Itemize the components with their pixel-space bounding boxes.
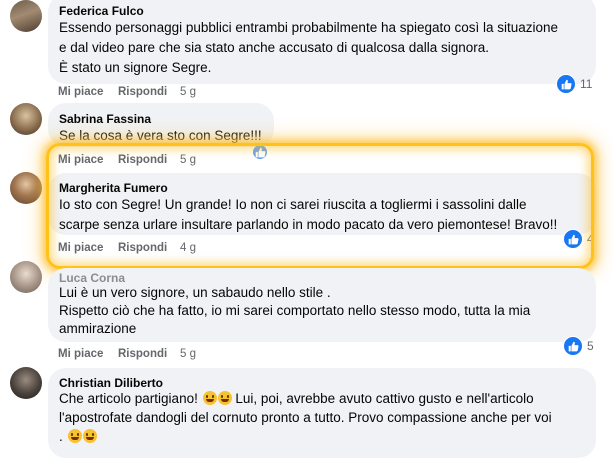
comment-text-line: l'apostrofate dandogli del cornuto pront…	[59, 410, 552, 425]
avatar[interactable]	[10, 261, 42, 293]
reaction-summary[interactable]: 5	[563, 336, 594, 356]
reaction-summary[interactable]	[252, 142, 268, 162]
reaction-count: 4	[587, 232, 594, 246]
avatar[interactable]	[10, 103, 42, 135]
reply-link[interactable]: Rispondi	[118, 154, 167, 166]
grinning-emoji-icon	[217, 391, 232, 405]
comment-text-line: Io sto con Segre! Un grande! Io non ci s…	[59, 197, 527, 212]
like-reaction-icon	[563, 229, 583, 249]
reaction-summary[interactable]: 4	[563, 229, 594, 249]
comment-text-line: Lui è un vero signore, un sabaudo nello …	[59, 285, 331, 300]
comment-author[interactable]: Margherita Fumero	[59, 181, 168, 195]
comment-text-line: È stato un signore Segre.	[59, 60, 212, 75]
grinning-emoji-icon	[202, 391, 217, 405]
comment-text-line: Che articolo partigiano! Lui, poi, avreb…	[59, 389, 534, 409]
like-reaction-icon	[563, 336, 583, 356]
comment-text-line: Essendo personaggi pubblici entrambi pro…	[59, 20, 559, 35]
timestamp[interactable]: 4 g	[180, 242, 196, 254]
avatar[interactable]	[10, 172, 42, 204]
avatar[interactable]	[10, 367, 42, 399]
timestamp[interactable]: 5 g	[180, 154, 196, 166]
like-reaction-icon	[556, 74, 576, 94]
comment-text-segment: .	[59, 429, 63, 444]
comment-text-segment: Che articolo partigiano!	[59, 391, 198, 406]
comment-text-line: ammirazione	[59, 321, 137, 336]
comment-text-line: e dal video pare che sia stato anche acc…	[59, 40, 490, 55]
like-reaction-icon	[252, 144, 268, 160]
reply-link[interactable]: Rispondi	[118, 242, 167, 254]
comment-text-line: scarpe senza urlare insultare parlando i…	[59, 217, 558, 232]
like-link[interactable]: Mi piace	[58, 154, 103, 166]
reaction-summary[interactable]: 11	[556, 74, 592, 94]
comment-author[interactable]: Federica Fulco	[59, 4, 144, 18]
comment-text-segment: Lui, poi, avrebbe avuto cattivo gusto e …	[235, 391, 534, 406]
reaction-count: 11	[580, 77, 593, 91]
comment-author[interactable]: Sabrina Fassina	[59, 112, 151, 126]
like-link[interactable]: Mi piace	[58, 348, 103, 360]
comment-text-line: Se la cosa è vera sto con Segre!!!	[59, 128, 262, 143]
reaction-count: 5	[587, 339, 594, 353]
comment-author[interactable]: Christian Diliberto	[59, 376, 163, 390]
grinning-emoji-icon	[82, 429, 97, 443]
timestamp[interactable]: 5 g	[180, 348, 196, 360]
like-link[interactable]: Mi piace	[58, 242, 103, 254]
like-link[interactable]: Mi piace	[58, 86, 103, 98]
reply-link[interactable]: Rispondi	[118, 348, 167, 360]
grinning-emoji-icon	[67, 429, 82, 443]
avatar[interactable]	[10, 0, 42, 32]
timestamp[interactable]: 5 g	[180, 86, 196, 98]
reply-link[interactable]: Rispondi	[118, 86, 167, 98]
comment-text-line: .	[59, 427, 97, 447]
comment-text-line: Rispetto ciò che ha fatto, io mi sarei c…	[59, 303, 531, 318]
